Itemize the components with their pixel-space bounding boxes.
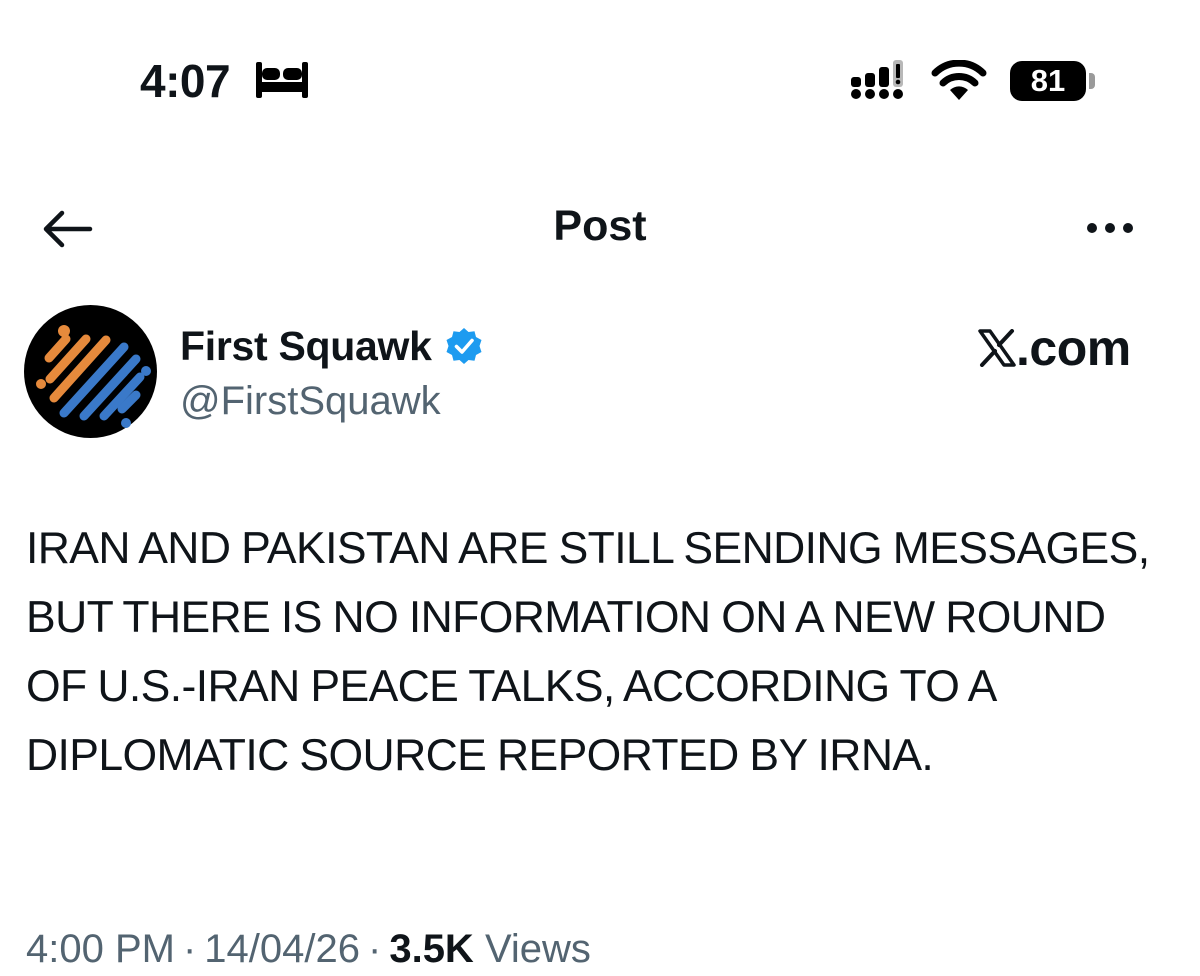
more-options-button[interactable] bbox=[1080, 210, 1140, 246]
views-count: 3.5K bbox=[389, 927, 474, 971]
battery-tip bbox=[1089, 73, 1095, 89]
author-handle[interactable]: @FirstSquawk bbox=[180, 374, 441, 428]
post-meta: 4:00 PM · 14/04/26 · 3.5K Views bbox=[26, 922, 591, 976]
cellular-signal-icon bbox=[851, 60, 903, 99]
meta-separator: · bbox=[368, 927, 382, 971]
battery-indicator: 81 bbox=[1010, 61, 1086, 101]
status-time: 4:07 bbox=[140, 55, 231, 107]
views-label: Views bbox=[484, 927, 591, 971]
wifi-icon bbox=[931, 60, 987, 100]
author-name[interactable]: First Squawk bbox=[180, 318, 432, 374]
page-title: Post bbox=[553, 202, 647, 250]
verified-badge-icon bbox=[446, 328, 482, 364]
avatar[interactable] bbox=[24, 305, 157, 438]
x-com-watermark: .com bbox=[978, 318, 1131, 378]
nav-bar: Post bbox=[0, 190, 1200, 270]
author-name-row: First Squawk bbox=[180, 318, 484, 374]
first-squawk-logo-icon bbox=[24, 305, 157, 438]
more-horizontal-icon bbox=[1087, 223, 1133, 233]
bed-icon bbox=[256, 62, 308, 98]
post-date[interactable]: 14/04/26 bbox=[204, 927, 360, 971]
status-bar: 4:07 81 bbox=[0, 0, 1200, 150]
battery-level: 81 bbox=[1030, 63, 1066, 98]
x-domain-text: .com bbox=[1016, 320, 1131, 376]
meta-separator: · bbox=[182, 927, 197, 971]
post-time[interactable]: 4:00 PM bbox=[26, 927, 175, 971]
x-logo-icon bbox=[978, 329, 1016, 367]
post-text: IRAN AND PAKISTAN ARE STILL SENDING MESS… bbox=[26, 524, 1150, 780]
